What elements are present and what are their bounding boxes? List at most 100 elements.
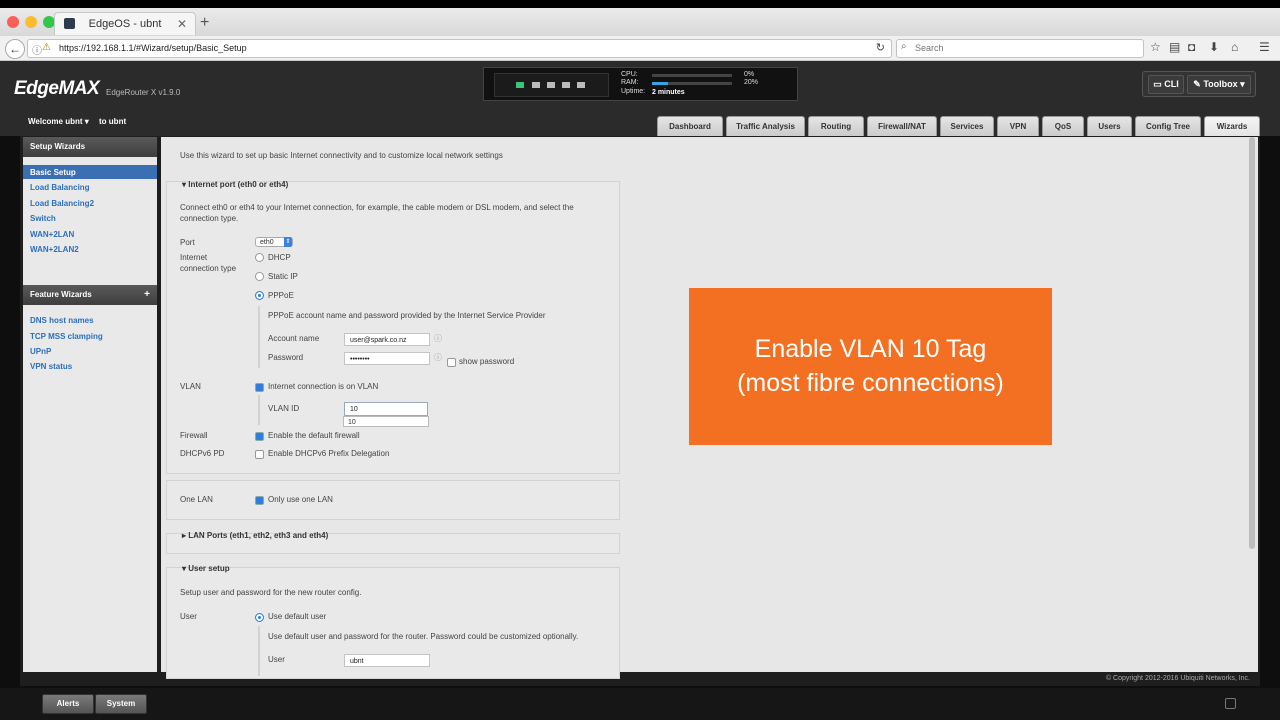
sidebar-item-tcp-mss-clamping[interactable]: TCP MSS clamping [30, 332, 103, 341]
sidebar-item-load-balancing[interactable]: Load Balancing [30, 183, 90, 192]
tab-vpn[interactable]: VPN [997, 116, 1039, 136]
tab-wizards[interactable]: Wizards [1204, 116, 1260, 136]
internet-port-header[interactable]: ▾ Internet port (eth0 or eth4) [182, 180, 288, 189]
sidebar-item-wan-2lan[interactable]: WAN+2LAN [30, 230, 74, 239]
toolbox-label: Toolbox [1203, 79, 1238, 89]
close-window-button[interactable] [7, 16, 19, 28]
close-tab-icon[interactable]: ✕ [177, 17, 187, 31]
tab-routing[interactable]: Routing [808, 116, 864, 136]
caption-line-1: Enable VLAN 10 Tag [754, 335, 987, 363]
one-lan-label: One LAN [180, 495, 213, 504]
address-url[interactable]: https://192.168.1.1/#Wizard/setup/Basic_… [59, 43, 247, 53]
show-password-checkbox[interactable] [447, 358, 456, 367]
dhcpv6-checkbox[interactable] [255, 450, 264, 459]
user-setup-header[interactable]: ▾ User setup [182, 564, 230, 573]
sidebar-item-switch[interactable]: Switch [30, 214, 56, 223]
port-status-display [494, 73, 609, 97]
system-tab[interactable]: System [95, 694, 147, 714]
sidebar-item-upnp[interactable]: UPnP [30, 347, 51, 356]
connection-type-label-2: connection type [180, 264, 237, 273]
sidebar-item-wan-2lan2[interactable]: WAN+2LAN2 [30, 245, 79, 254]
tab-dashboard[interactable]: Dashboard [657, 116, 723, 136]
tab-firewall-nat[interactable]: Firewall/NAT [867, 116, 937, 136]
warning-lock-icon[interactable]: ⚠ [42, 42, 51, 53]
account-name-info-icon[interactable]: ⓘ [434, 333, 442, 344]
alerts-tab[interactable]: Alerts [42, 694, 94, 714]
port-label: Port [180, 238, 195, 247]
browser-titlebar: EdgeOS - ubnt ✕ + [0, 8, 1280, 36]
tab-traffic-analysis[interactable]: Traffic Analysis [726, 116, 805, 136]
port-select[interactable]: eth0 ⇕ [255, 237, 293, 247]
tab-config-tree[interactable]: Config Tree [1135, 116, 1201, 136]
pppoe-label: PPPoE [268, 291, 294, 300]
vlan-label: VLAN [180, 382, 201, 391]
restore-panel-icon[interactable] [1225, 698, 1236, 709]
dhcp-radio[interactable] [255, 253, 264, 262]
pocket-icon[interactable]: ◘ [1188, 40, 1195, 54]
port-eth2-icon [547, 82, 555, 88]
caption-line-2: (most fibre connections) [737, 369, 1004, 397]
lan-ports-header[interactable]: ▸ LAN Ports (eth1, eth2, eth3 and eth4) [182, 531, 328, 540]
menu-icon[interactable]: ☰ [1259, 40, 1270, 54]
firewall-check-label: Enable the default firewall [268, 431, 360, 440]
browser-search-input[interactable] [913, 42, 1137, 54]
search-icon: ⌕ [901, 41, 907, 52]
sidebar-item-load-balancing2[interactable]: Load Balancing2 [30, 199, 94, 208]
tab-users[interactable]: Users [1087, 116, 1132, 136]
browser-tab[interactable]: EdgeOS - ubnt ✕ [54, 12, 196, 35]
firewall-label: Firewall [180, 431, 208, 440]
port-eth1-icon [532, 82, 540, 88]
minimize-window-button[interactable] [25, 16, 37, 28]
toolbox-button[interactable]: ✎ Toolbox ▾ [1187, 75, 1251, 94]
internet-port-desc-1: Connect eth0 or eth4 to your Internet co… [180, 203, 574, 212]
one-lan-check-label: Only use one LAN [268, 495, 333, 504]
sidebar-item-vpn-status[interactable]: VPN status [30, 362, 72, 371]
bookmark-star-icon[interactable]: ☆ [1150, 40, 1161, 54]
firewall-checkbox[interactable] [255, 432, 264, 441]
address-bar[interactable]: ⓘ ⚠ https://192.168.1.1/#Wizard/setup/Ba… [27, 39, 892, 58]
back-arrow-icon[interactable]: ← [5, 39, 25, 59]
use-default-user-radio[interactable] [255, 613, 264, 622]
tab-qos[interactable]: QoS [1042, 116, 1084, 136]
system-stats-panel: CPU: 0% RAM: 20% Uptime: 2 minutes [483, 67, 798, 101]
home-icon[interactable]: ⌂ [1231, 40, 1238, 54]
sidebar-item-dns-host-names[interactable]: DNS host names [30, 316, 94, 325]
tab-services[interactable]: Services [940, 116, 994, 136]
content-scrollbar[interactable] [1249, 137, 1255, 549]
cli-button[interactable]: ▭ CLI [1148, 75, 1184, 94]
to-user-text: to ubnt [99, 117, 127, 126]
user-setup-section: ▾ User setup Setup user and password for… [166, 564, 620, 679]
copyright-text: © Copyright 2012-2016 Ubiquiti Networks,… [1105, 675, 1250, 682]
password-info-icon[interactable]: ⓘ [434, 352, 442, 363]
footer: © Copyright 2012-2016 Ubiquiti Networks,… [0, 672, 1260, 686]
internet-port-section: ▾ Internet port (eth0 or eth4) Connect e… [166, 180, 620, 474]
info-icon[interactable]: ⓘ [32, 42, 42, 57]
sidebar-item-basic-setup[interactable]: Basic Setup [30, 168, 76, 177]
browser-navbar: ← ⓘ ⚠ https://192.168.1.1/#Wizard/setup/… [0, 36, 1280, 61]
port-eth3-icon [562, 82, 570, 88]
reading-list-icon[interactable]: ▤ [1169, 40, 1180, 54]
account-name-input[interactable]: user@spark.co.nz [344, 333, 430, 346]
cli-label: CLI [1164, 79, 1179, 89]
password-input[interactable]: •••••••• [344, 352, 430, 365]
feature-wizards-header: Feature Wizards + [23, 285, 157, 305]
browser-search-box[interactable]: ⌕ [896, 39, 1144, 58]
add-feature-wizard-button[interactable]: + [144, 285, 150, 305]
vlan-checkbox[interactable] [255, 383, 264, 392]
user-setup-title: User setup [188, 564, 230, 573]
vlan-id-autocomplete-item[interactable]: 10 [343, 416, 429, 427]
router-model: EdgeRouter X v1.9.0 [106, 88, 181, 97]
pppoe-radio[interactable] [255, 291, 264, 300]
static-ip-radio[interactable] [255, 272, 264, 281]
new-tab-button[interactable]: + [200, 14, 209, 32]
reload-icon[interactable]: ↻ [876, 41, 885, 54]
welcome-menu[interactable]: Welcome ubnt ▾ to ubnt [28, 117, 126, 126]
user-label: User [180, 612, 197, 621]
user-input[interactable]: ubnt [344, 654, 430, 667]
one-lan-checkbox[interactable] [255, 496, 264, 505]
welcome-text: Welcome ubnt [28, 117, 83, 126]
connection-type-label-1: Internet [180, 253, 208, 262]
vlan-id-input[interactable]: 10 [344, 402, 428, 416]
ram-bar-fill [652, 82, 668, 85]
download-icon[interactable]: ⬇ [1209, 40, 1219, 54]
